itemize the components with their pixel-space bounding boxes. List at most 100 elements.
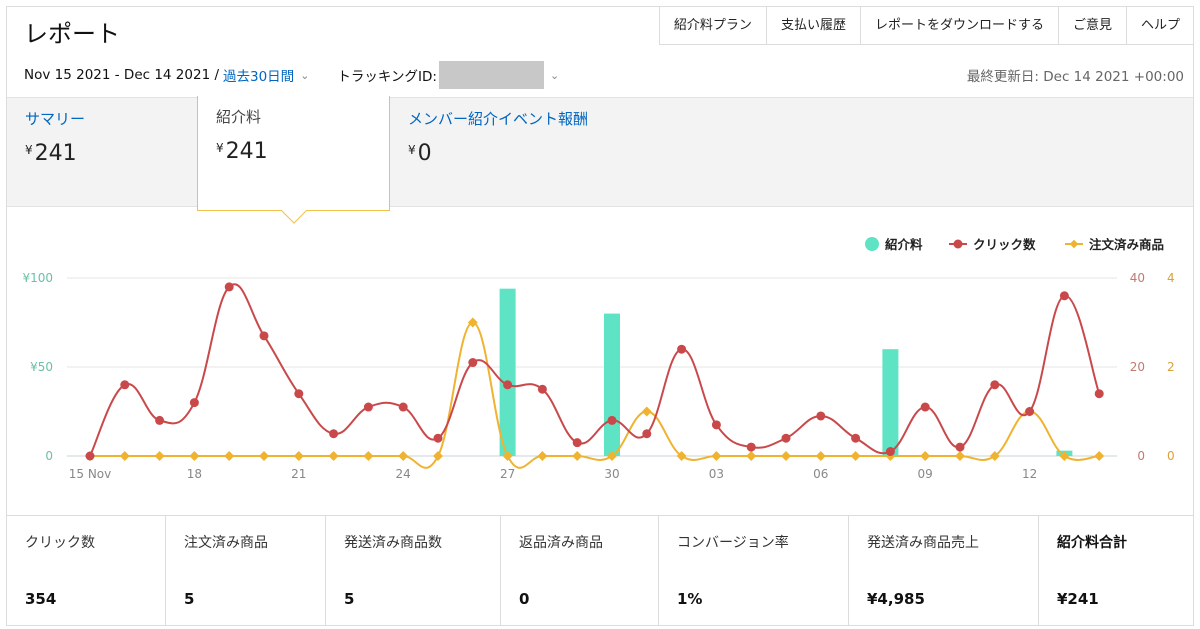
x-tick: 06 bbox=[813, 467, 828, 481]
legend-orders-marker bbox=[1069, 239, 1079, 249]
stat-fee-total-label: 紹介料合計 bbox=[1057, 535, 1127, 551]
summary-tabs: サマリー ¥241 紹介料 ¥241 メンバー紹介イベント報酬 ¥0 bbox=[7, 96, 1193, 224]
nav-help[interactable]: ヘルプ bbox=[1127, 6, 1194, 44]
stat-conversion: コンバージョン率 1% bbox=[659, 516, 849, 625]
last-updated: 最終更新日: Dec 14 2021 +00:00 bbox=[966, 69, 1184, 85]
clicks-point bbox=[990, 380, 1000, 390]
stat-fee-total-value: ¥241 bbox=[1057, 590, 1099, 608]
nav-download-report[interactable]: レポートをダウンロードする bbox=[861, 6, 1059, 44]
tracking-id-redacted bbox=[438, 61, 544, 89]
orders-point bbox=[815, 451, 826, 461]
stat-shipped-label: 発送済み商品数 bbox=[344, 535, 442, 551]
orders-point bbox=[433, 451, 443, 461]
orders-point bbox=[189, 451, 200, 461]
stat-revenue-label: 発送済み商品売上 bbox=[867, 535, 979, 551]
orders-point bbox=[920, 451, 931, 461]
clicks-point bbox=[189, 398, 199, 408]
tab-fee[interactable]: 紹介料 ¥241 bbox=[197, 96, 390, 224]
report-chart: ¥100 ¥50 0 40 4 20 2 0 0 15 Nov 18 21 24 27 30 03 06 09 12… bbox=[7, 208, 1193, 514]
y-left-tick: 0 bbox=[45, 449, 53, 463]
clicks-point bbox=[920, 402, 930, 412]
fee-bar bbox=[882, 349, 899, 456]
fee-bar bbox=[604, 313, 620, 456]
stat-ordered: 注文済み商品 5 bbox=[166, 516, 326, 625]
orders-point bbox=[746, 451, 757, 461]
x-tick: 30 bbox=[604, 467, 619, 481]
tab-member-referral[interactable]: メンバー紹介イベント報酬 ¥0 bbox=[390, 98, 690, 208]
orders-point bbox=[224, 451, 235, 461]
orders-point bbox=[363, 451, 374, 461]
clicks-point bbox=[1025, 407, 1035, 416]
tab-member-label: メンバー紹介イベント報酬 bbox=[408, 110, 589, 128]
stat-shipped-value: 5 bbox=[344, 590, 355, 608]
tab-fee-value: ¥241 bbox=[216, 139, 268, 164]
stat-revenue-value: ¥4,985 bbox=[867, 590, 925, 608]
clicks-point bbox=[537, 384, 547, 394]
stat-shipped-revenue: 発送済み商品売上 ¥4,985 bbox=[849, 516, 1039, 625]
orders-line bbox=[90, 321, 1100, 469]
stat-shipped-count: 発送済み商品数 5 bbox=[326, 516, 501, 625]
stat-returned-label: 返品済み商品 bbox=[519, 535, 603, 551]
y-right-clicks-tick: 40 bbox=[1130, 271, 1145, 285]
y-right-orders-tick: 2 bbox=[1167, 360, 1175, 374]
tab-fee-label: 紹介料 bbox=[216, 108, 262, 126]
x-tick: 09 bbox=[918, 467, 933, 481]
clicks-point bbox=[503, 380, 513, 390]
orders-point bbox=[259, 451, 269, 461]
date-range-dropdown[interactable]: 過去30日間 bbox=[223, 65, 294, 85]
clicks-point bbox=[120, 380, 130, 390]
clicks-point bbox=[1094, 389, 1104, 399]
clicks-point bbox=[259, 331, 269, 341]
clicks-point bbox=[294, 389, 304, 399]
orders-point bbox=[398, 451, 409, 461]
stat-returned-value: 0 bbox=[519, 590, 530, 608]
clicks-point bbox=[398, 402, 408, 412]
orders-point bbox=[293, 451, 304, 461]
clicks-point bbox=[468, 358, 478, 368]
nav-feedback[interactable]: ご意見 bbox=[1059, 6, 1127, 44]
clicks-point bbox=[885, 447, 895, 457]
chart-svg: ¥100¥50040 420 20 015 Nov 18 21 24 27 30 03 06 09 12… bbox=[22, 237, 1175, 481]
chevron-down-icon[interactable]: ⌄ bbox=[300, 69, 309, 82]
clicks-point bbox=[642, 429, 652, 439]
stat-ordered-value: 5 bbox=[184, 590, 195, 608]
clicks-point bbox=[955, 442, 965, 452]
x-tick: 15 Nov bbox=[69, 467, 112, 481]
top-nav: 紹介料プラン 支払い履歴 レポートをダウンロードする ご意見 ヘルプ bbox=[658, 6, 1194, 45]
clicks-point bbox=[781, 433, 791, 443]
orders-point bbox=[781, 451, 791, 461]
y-right-clicks-tick: 0 bbox=[1137, 449, 1145, 463]
x-tick: 03 bbox=[709, 467, 724, 481]
x-tick: 18 bbox=[187, 467, 202, 481]
tracking-id-selector[interactable]: トラッキングID: ⌄ bbox=[337, 61, 559, 89]
orders-point bbox=[572, 451, 583, 461]
clicks-point bbox=[433, 433, 443, 443]
clicks-point bbox=[329, 429, 339, 439]
clicks-point bbox=[224, 282, 234, 292]
chevron-down-icon[interactable]: ⌄ bbox=[550, 69, 559, 82]
tab-summary-label: サマリー bbox=[25, 110, 86, 128]
stat-conversion-label: コンバージョン率 bbox=[677, 535, 789, 551]
clicks-point bbox=[363, 402, 373, 412]
clicks-point bbox=[677, 344, 687, 354]
report-subbar: Nov 15 2021 - Dec 14 2021 / 過去30日間 ⌄ トラッ… bbox=[24, 61, 1184, 89]
clicks-point bbox=[85, 451, 95, 461]
tracking-id-label: トラッキングID: bbox=[337, 69, 437, 85]
y-right-clicks-tick: 20 bbox=[1130, 360, 1145, 374]
stat-returned: 返品済み商品 0 bbox=[501, 516, 659, 625]
nav-fee-plan[interactable]: 紹介料プラン bbox=[660, 6, 767, 44]
orders-point bbox=[641, 406, 652, 417]
clicks-point bbox=[1059, 291, 1069, 301]
stats-row: クリック数 354 注文済み商品 5 発送済み商品数 5 返品済み商品 0 コン… bbox=[7, 515, 1193, 625]
y-right-orders-tick: 4 bbox=[1167, 271, 1175, 285]
legend-clicks-label: クリック数 bbox=[973, 237, 1036, 252]
stat-ordered-label: 注文済み商品 bbox=[184, 535, 268, 551]
tab-summary[interactable]: サマリー ¥241 bbox=[7, 98, 197, 208]
legend-fee-marker bbox=[865, 237, 879, 251]
legend-fee-label: 紹介料 bbox=[885, 237, 923, 252]
legend-orders-label: 注文済み商品 bbox=[1089, 237, 1164, 252]
nav-payment-history[interactable]: 支払い履歴 bbox=[767, 6, 861, 44]
orders-point bbox=[154, 451, 165, 461]
clicks-point bbox=[851, 433, 861, 443]
orders-point bbox=[119, 451, 130, 461]
